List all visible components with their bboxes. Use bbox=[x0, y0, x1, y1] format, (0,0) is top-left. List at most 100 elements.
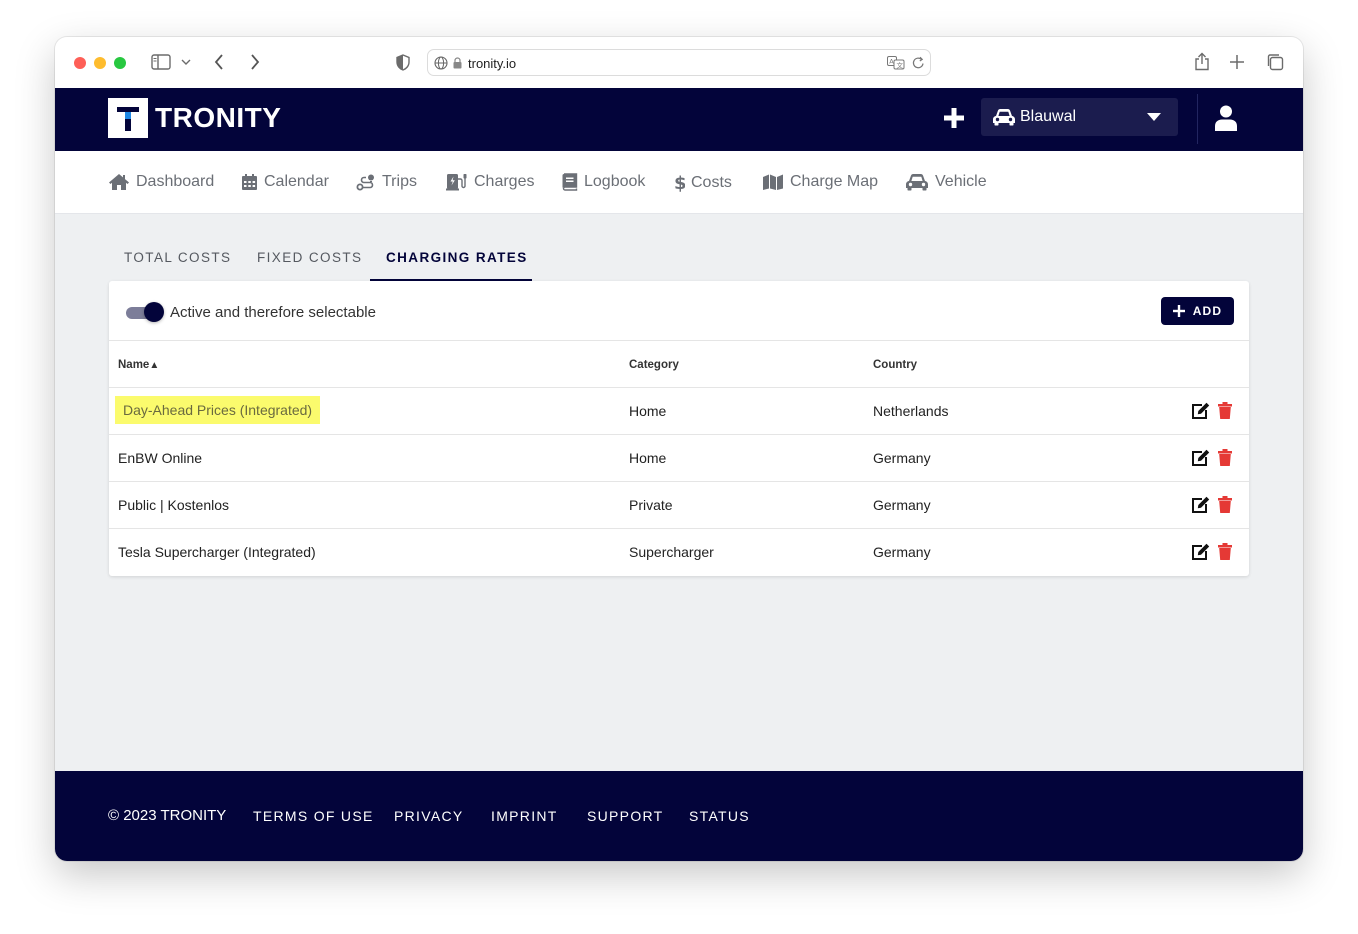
svg-text:$: $ bbox=[674, 173, 685, 192]
shield-icon[interactable] bbox=[396, 54, 410, 71]
table-row[interactable]: Public | Kostenlos Private Germany bbox=[109, 482, 1249, 529]
nav-label: Calendar bbox=[264, 173, 329, 190]
nav-item-vehicle[interactable]: Vehicle bbox=[905, 173, 987, 191]
map-icon bbox=[763, 174, 783, 190]
rate-name: Public | Kostenlos bbox=[118, 497, 230, 513]
rate-name: EnBW Online bbox=[118, 450, 203, 466]
vehicle-select[interactable]: Blauwal bbox=[981, 98, 1178, 136]
rate-name: Tesla Supercharger (Integrated) bbox=[118, 544, 316, 560]
browser-toolbar: tronity.io A文 bbox=[55, 37, 1303, 88]
tab-overview-icon[interactable] bbox=[1266, 53, 1284, 71]
rate-name: Day-Ahead Prices (Integrated) bbox=[115, 396, 321, 424]
table-row[interactable]: Day-Ahead Prices (Integrated) Home Nethe… bbox=[109, 388, 1249, 435]
toggle-label: Active and therefore selectable bbox=[170, 304, 376, 321]
nav-label: Costs bbox=[691, 173, 732, 191]
footer-link-imprint[interactable]: IMPRINT bbox=[491, 808, 558, 824]
nav-label: Charge Map bbox=[790, 173, 879, 190]
header-divider bbox=[1197, 94, 1198, 144]
delete-icon[interactable] bbox=[1218, 543, 1232, 560]
car-icon bbox=[993, 109, 1015, 126]
footer-link-terms[interactable]: TERMS OF USE bbox=[253, 808, 374, 824]
add-button[interactable]: ADD bbox=[1161, 297, 1234, 325]
logo[interactable] bbox=[108, 98, 148, 138]
tab-charging-rates[interactable]: CHARGING RATES bbox=[386, 250, 528, 265]
charging-rates-card: Active and therefore selectable ADD Name… bbox=[109, 281, 1249, 576]
toggle-thumb[interactable] bbox=[144, 302, 164, 322]
logo-mark-icon bbox=[117, 107, 139, 131]
nav-item-dashboard[interactable]: Dashboard bbox=[108, 173, 214, 191]
nav-item-calendar[interactable]: Calendar bbox=[241, 173, 329, 191]
nav-item-charges[interactable]: Charges bbox=[446, 173, 534, 191]
calendar-icon bbox=[242, 174, 257, 190]
browser-window: tronity.io A文 TRONITY Blauwal Dashboard … bbox=[55, 37, 1303, 861]
main-nav: Dashboard Calendar Trips Charges Logbook… bbox=[55, 151, 1303, 214]
footer-link-support[interactable]: SUPPORT bbox=[587, 808, 664, 824]
route-icon bbox=[356, 174, 374, 191]
nav-label: Charges bbox=[474, 173, 535, 190]
tab-fixed-costs[interactable]: FIXED COSTS bbox=[257, 250, 362, 265]
user-icon[interactable] bbox=[1212, 104, 1240, 132]
sort-ascending-icon: ▲ bbox=[149, 360, 160, 371]
copyright: © 2023 TRONITY bbox=[108, 807, 227, 824]
close-window-button[interactable] bbox=[74, 57, 86, 69]
footer: © 2023 TRONITY TERMS OF USE PRIVACY IMPR… bbox=[55, 771, 1303, 861]
share-icon[interactable] bbox=[1194, 52, 1210, 71]
edit-icon[interactable] bbox=[1191, 449, 1210, 467]
zoom-window-button[interactable] bbox=[114, 57, 126, 69]
edit-icon[interactable] bbox=[1191, 543, 1210, 561]
rate-country: Germany bbox=[873, 544, 931, 560]
add-plus-button[interactable] bbox=[939, 103, 969, 133]
vehicle-name: Blauwal bbox=[1020, 108, 1077, 125]
nav-item-costs[interactable]: $ Costs bbox=[674, 173, 732, 192]
nav-item-trips[interactable]: Trips bbox=[356, 173, 417, 191]
edit-icon[interactable] bbox=[1191, 496, 1210, 514]
nav-label: Trips bbox=[382, 173, 417, 190]
lock-icon bbox=[453, 57, 462, 69]
new-tab-icon[interactable] bbox=[1230, 55, 1244, 69]
column-label: Name bbox=[118, 359, 150, 371]
add-button-label: ADD bbox=[1192, 304, 1223, 318]
url-text: tronity.io bbox=[468, 56, 517, 71]
forward-icon[interactable] bbox=[250, 54, 260, 70]
dollar-icon: $ bbox=[674, 173, 685, 192]
rate-category: Private bbox=[629, 497, 673, 513]
column-header-category[interactable]: Category bbox=[629, 359, 679, 371]
sidebar-toggle-icon[interactable] bbox=[151, 54, 171, 70]
rate-category: Home bbox=[629, 450, 667, 466]
brand-name: TRONITY bbox=[155, 102, 282, 133]
car-icon bbox=[906, 174, 928, 191]
globe-icon bbox=[434, 56, 448, 70]
chevron-down-icon[interactable] bbox=[181, 59, 191, 66]
translate-icon[interactable]: A文 bbox=[887, 56, 905, 70]
caret-down-icon bbox=[1147, 113, 1161, 121]
nav-item-charge-map[interactable]: Charge Map bbox=[762, 173, 878, 191]
footer-link-privacy[interactable]: PRIVACY bbox=[394, 808, 464, 824]
nav-label: Vehicle bbox=[935, 173, 987, 190]
table-row[interactable]: EnBW Online Home Germany bbox=[109, 435, 1249, 482]
delete-icon[interactable] bbox=[1218, 402, 1232, 419]
delete-icon[interactable] bbox=[1218, 496, 1232, 513]
nav-item-logbook[interactable]: Logbook bbox=[561, 173, 645, 191]
reload-icon[interactable] bbox=[912, 56, 925, 70]
address-bar[interactable]: tronity.io A文 bbox=[427, 49, 931, 76]
svg-text:文: 文 bbox=[897, 61, 904, 70]
column-header-country[interactable]: Country bbox=[873, 359, 917, 371]
home-icon bbox=[109, 174, 129, 190]
plus-icon bbox=[1172, 305, 1185, 317]
delete-icon[interactable] bbox=[1218, 449, 1232, 466]
tab-total-costs[interactable]: TOTAL COSTS bbox=[124, 250, 231, 265]
table-row[interactable]: Tesla Supercharger (Integrated) Supercha… bbox=[109, 529, 1249, 576]
svg-text:A: A bbox=[889, 58, 894, 66]
rate-country: Germany bbox=[873, 497, 931, 513]
rate-country: Netherlands bbox=[873, 403, 949, 419]
footer-link-status[interactable]: STATUS bbox=[689, 808, 750, 824]
rate-category: Supercharger bbox=[629, 544, 714, 560]
charging-station-icon bbox=[446, 174, 467, 191]
table-header: Name▲ Category Country bbox=[109, 340, 1249, 388]
nav-label: Logbook bbox=[584, 173, 646, 190]
edit-icon[interactable] bbox=[1191, 402, 1210, 420]
column-header-name[interactable]: Name▲ bbox=[118, 359, 159, 371]
rate-country: Germany bbox=[873, 450, 931, 466]
back-icon[interactable] bbox=[214, 54, 224, 70]
minimize-window-button[interactable] bbox=[94, 57, 106, 69]
